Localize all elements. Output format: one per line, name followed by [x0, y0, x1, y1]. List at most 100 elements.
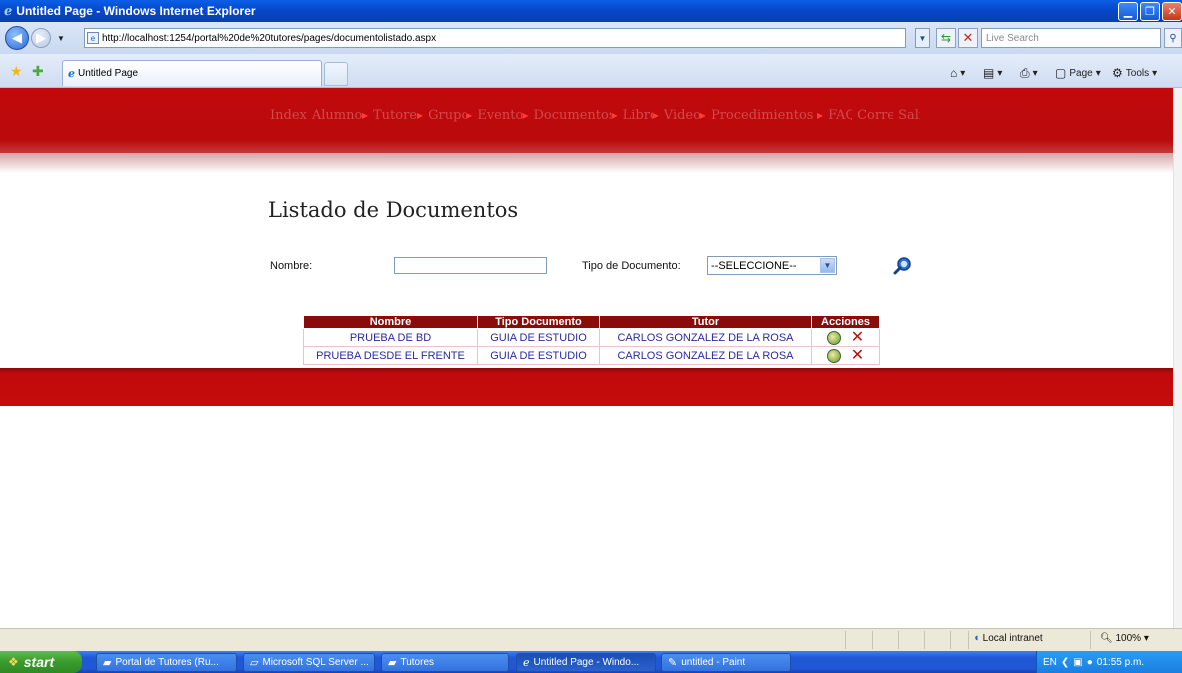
new-tab-button[interactable]	[324, 62, 348, 86]
submenu-arrow-icon: ▶	[816, 111, 824, 120]
stop-button[interactable]: ✕	[958, 28, 978, 48]
recent-pages-dropdown[interactable]: ▼	[57, 34, 65, 43]
nombre-input[interactable]	[394, 257, 547, 274]
site-footer	[0, 368, 1173, 406]
submenu-arrow-icon: ▶	[522, 111, 529, 120]
table-row: PRUEBA DESDE EL FRENTE GUIA DE ESTUDIO C…	[303, 346, 880, 365]
search-go-icon[interactable]: ⚲	[1164, 28, 1182, 48]
menu-item-tutores[interactable]: Tutores▶	[373, 108, 423, 123]
cell-acciones: ✕	[811, 328, 880, 347]
zone-label: Local intranet	[982, 632, 1043, 644]
feeds-button[interactable]: ▤ ▾	[983, 66, 1002, 80]
windows-flag-icon: ❖	[8, 655, 19, 669]
paint-icon: ✎	[668, 657, 678, 669]
menu-item-alumnos[interactable]: Alumnos▶	[312, 108, 368, 123]
url-text: http://localhost:1254/portal%20de%20tuto…	[102, 32, 437, 44]
title-bar: ℯ Untitled Page - Windows Internet Explo…	[0, 0, 1182, 22]
window-controls: ▁ ❐ ✕	[1118, 2, 1182, 21]
page-menu-button[interactable]: ▢ Page ▾	[1055, 66, 1101, 80]
task-portal-tutores[interactable]: ▰ Portal de Tutores (Ru...	[96, 653, 237, 672]
tipo-documento-selected: --SELECCIONE--	[711, 259, 797, 272]
submenu-arrow-icon: ▶	[611, 111, 618, 120]
page-title: Listado de Documentos	[268, 198, 519, 222]
task-internet-explorer[interactable]: ℯ Untitled Page - Windo...	[516, 653, 656, 672]
security-zone[interactable]: ◖ Local intranet	[973, 632, 1043, 644]
window-title: Untitled Page - Windows Internet Explore…	[16, 4, 256, 18]
maximize-button[interactable]: ❐	[1140, 2, 1160, 21]
menu-item-salir[interactable]: Salir	[898, 108, 920, 123]
status-divider	[950, 631, 951, 649]
tray-clock: 01:55 p.m.	[1096, 656, 1145, 668]
print-button[interactable]: ⎙ ▾	[1020, 66, 1038, 81]
task-tutores-folder[interactable]: ▰ Tutores	[381, 653, 509, 672]
close-button[interactable]: ✕	[1162, 2, 1182, 21]
live-search-placeholder: Live Search	[986, 32, 1039, 44]
forward-button[interactable]: ▶	[31, 28, 51, 48]
menu-item-documentos[interactable]: Documentos ▶	[533, 108, 617, 123]
gear-icon: ⚙	[1112, 66, 1123, 80]
vertical-scrollbar[interactable]	[1173, 88, 1182, 628]
menu-item-procedimientos[interactable]: Procedimientos ▶	[711, 108, 823, 123]
tipo-documento-select[interactable]: --SELECCIONE-- ▼	[707, 256, 837, 275]
browser-window: ℯ Untitled Page - Windows Internet Explo…	[0, 0, 1182, 673]
menu-item-videos[interactable]: Videos▶	[664, 108, 706, 123]
row-actions: ✕	[820, 329, 871, 345]
tab-label: Untitled Page	[78, 68, 139, 79]
ie-tab-icon: ℯ	[68, 68, 75, 80]
tray-arrow-icon[interactable]: ❮	[1061, 657, 1069, 668]
table-row: PRUEBA DE BD GUIA DE ESTUDIO CARLOS GONZ…	[303, 328, 880, 347]
header-nombre: Nombre	[303, 315, 478, 329]
live-search-input[interactable]: Live Search	[981, 28, 1161, 48]
status-bar: ◖ Local intranet 🔍︎ 100% ▾	[0, 628, 1182, 651]
feeds-icon: ▤	[983, 66, 995, 80]
start-button[interactable]: ❖ start	[0, 651, 82, 673]
address-input[interactable]: e http://localhost:1254/portal%20de%20tu…	[84, 28, 906, 48]
address-dropdown-button[interactable]: ▼	[915, 28, 930, 48]
home-button[interactable]: ⌂ ▾	[950, 66, 965, 80]
task-label: Microsoft SQL Server ...	[262, 657, 369, 668]
menu-item-eventos[interactable]: Eventos▶	[477, 108, 528, 123]
address-toolbar: ◀ ▶ ▼ e http://localhost:1254/portal%20d…	[0, 22, 1182, 54]
search-icon[interactable]	[893, 256, 913, 276]
language-indicator[interactable]: EN	[1043, 657, 1057, 668]
add-favorites-icon[interactable]: ✚	[32, 63, 44, 80]
header-tipo-documento: Tipo Documento	[477, 315, 600, 329]
zoom-control[interactable]: 🔍︎ 100% ▾	[1100, 633, 1149, 644]
tray-network-icon[interactable]: ▣	[1073, 657, 1082, 668]
task-paint[interactable]: ✎ untitled - Paint	[661, 653, 791, 672]
task-label: Tutores	[400, 657, 434, 668]
submenu-arrow-icon: ▶	[361, 111, 369, 120]
menu-item-faq[interactable]: FAQ	[828, 108, 852, 123]
refresh-button[interactable]: ⇆	[936, 28, 956, 48]
row-actions: ✕	[820, 347, 871, 363]
system-tray: EN ❮ ▣ ● 01:55 p.m.	[1036, 651, 1182, 673]
nombre-label: Nombre:	[270, 260, 313, 272]
delete-icon[interactable]: ✕	[851, 347, 864, 363]
cell-tipo: GUIA DE ESTUDIO	[477, 346, 600, 365]
page-content: Index Alumnos▶ Tutores▶ Grupos▶ Eventos▶…	[0, 88, 1173, 628]
chevron-down-icon[interactable]: ▼	[820, 258, 835, 273]
tray-shield-icon[interactable]: ●	[1087, 657, 1093, 668]
folder-icon: ▰	[103, 657, 112, 669]
favorites-star-icon[interactable]: ★	[10, 63, 23, 80]
menu-item-index[interactable]: Index	[270, 108, 307, 123]
main-menu: Index Alumnos▶ Tutores▶ Grupos▶ Eventos▶…	[270, 108, 925, 123]
cell-tipo: GUIA DE ESTUDIO	[477, 328, 600, 347]
menu-item-correo[interactable]: Correo	[857, 108, 893, 123]
back-button[interactable]: ◀	[5, 26, 29, 50]
menu-item-grupos[interactable]: Grupos▶	[428, 108, 472, 123]
task-sql-server[interactable]: ▱ Microsoft SQL Server ...	[243, 653, 375, 672]
ie-logo-icon: ℯ	[4, 3, 13, 18]
cell-acciones: ✕	[811, 346, 880, 365]
menu-item-libros[interactable]: Libros▶	[623, 108, 659, 123]
task-label: Untitled Page - Windo...	[533, 657, 640, 668]
tools-menu-button[interactable]: ⚙ Tools ▾	[1112, 66, 1157, 80]
delete-icon[interactable]: ✕	[851, 329, 864, 345]
table-header-row: Nombre Tipo Documento Tutor Acciones	[303, 315, 880, 329]
page-menu-icon: ▢	[1055, 66, 1067, 80]
view-icon[interactable]	[826, 330, 841, 345]
header-tutor: Tutor	[599, 315, 812, 329]
view-icon[interactable]	[826, 348, 841, 363]
tab-untitled-page[interactable]: ℯ Untitled Page	[62, 60, 322, 86]
minimize-button[interactable]: ▁	[1118, 2, 1138, 21]
